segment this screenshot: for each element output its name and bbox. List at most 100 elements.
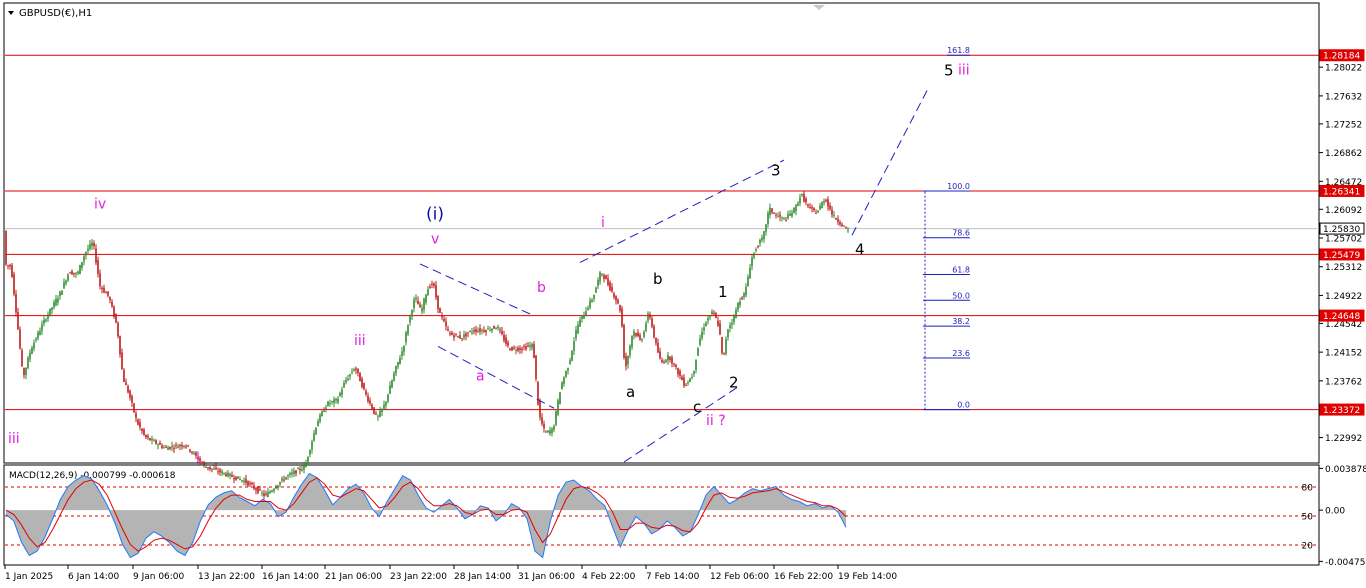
- candle-body: [757, 246, 759, 248]
- macd-level-label: 80: [1302, 484, 1314, 494]
- candle-body: [453, 335, 455, 338]
- candle-body: [659, 351, 661, 359]
- candle-body: [259, 489, 261, 491]
- price-tag-label: 1.28184: [1323, 52, 1360, 62]
- candle-body: [717, 320, 719, 326]
- candle-body: [235, 476, 237, 481]
- candle-body: [609, 282, 611, 291]
- candle-body: [777, 216, 779, 218]
- candle-body: [263, 493, 265, 497]
- candle-body: [363, 383, 365, 390]
- candle-body: [593, 294, 595, 299]
- candle-body: [281, 478, 283, 481]
- candle-body: [521, 348, 523, 351]
- candle-body: [669, 356, 671, 360]
- candle-body: [355, 368, 357, 370]
- candle-body: [517, 347, 519, 351]
- candle-body: [595, 287, 597, 293]
- candle-body: [641, 339, 643, 341]
- candle-body: [495, 328, 497, 330]
- candle-body: [379, 410, 381, 417]
- candle-body: [239, 479, 241, 481]
- time-tick-label: 13 Jan 22:00: [198, 572, 255, 582]
- candle-body: [423, 298, 425, 310]
- candle-body: [85, 251, 87, 256]
- candle-body: [665, 360, 667, 363]
- candle-body: [837, 219, 839, 223]
- candle-body: [289, 473, 291, 475]
- candle-body: [735, 309, 737, 319]
- candle-body: [537, 381, 539, 405]
- candle-body: [725, 339, 727, 354]
- candle-body: [751, 257, 753, 267]
- candle-body: [87, 248, 89, 251]
- candle-body: [233, 477, 235, 480]
- price-tick-label: 1.26862: [1325, 149, 1362, 159]
- time-tick-label: 9 Jan 06:00: [133, 572, 185, 582]
- candle-body: [353, 369, 355, 371]
- candle-body: [839, 222, 841, 225]
- candle-body: [101, 287, 103, 290]
- candle-body: [649, 314, 651, 318]
- candle-body: [553, 425, 555, 430]
- candle-body: [401, 351, 403, 356]
- candle-body: [613, 293, 615, 298]
- candle-body: [791, 212, 793, 217]
- macd-level-label: 50: [1302, 513, 1314, 523]
- candle-body: [65, 280, 67, 284]
- wave-label: 5: [944, 61, 954, 79]
- candle-body: [29, 352, 31, 360]
- candle-body: [847, 229, 849, 231]
- fib-level-label: 50.0: [952, 291, 970, 300]
- candle-body: [425, 294, 427, 303]
- candle-body: [799, 197, 801, 204]
- candle-body: [617, 299, 619, 304]
- time-tick-label: 6 Jan 14:00: [68, 572, 120, 582]
- candle-body: [773, 212, 775, 214]
- candle-body: [121, 352, 123, 370]
- candle-body: [467, 332, 469, 334]
- candle-body: [17, 311, 19, 330]
- candle-body: [39, 330, 41, 335]
- candle-body: [373, 407, 375, 414]
- time-tick-label: 4 Feb 22:00: [582, 572, 636, 582]
- candle-body: [481, 330, 483, 332]
- candle-body: [181, 444, 183, 447]
- candle-body: [47, 314, 49, 319]
- candle-body: [615, 296, 617, 301]
- wave-label: v: [431, 231, 439, 247]
- candle-body: [713, 313, 715, 315]
- candle-body: [585, 311, 587, 316]
- candle-body: [723, 352, 725, 354]
- candle-body: [19, 329, 21, 349]
- candle-body: [497, 326, 499, 329]
- candle-body: [283, 479, 285, 481]
- candle-body: [499, 329, 501, 331]
- candle-body: [443, 319, 445, 322]
- candle-body: [177, 446, 179, 449]
- macd-level-label: 20: [1302, 542, 1314, 552]
- candle-body: [229, 473, 231, 477]
- candle-body: [265, 493, 267, 495]
- price-chart[interactable]: GBPUSD(€),H1 161.8100.078.661.850.038.22…: [0, 0, 1366, 588]
- candle-body: [97, 260, 99, 274]
- candle-body: [295, 470, 297, 474]
- candle-body: [249, 483, 251, 485]
- candle-body: [601, 273, 603, 275]
- candle-body: [247, 480, 249, 486]
- candle-body: [151, 438, 153, 441]
- candle-body: [331, 401, 333, 403]
- candle-body: [711, 311, 713, 315]
- candle-body: [703, 327, 705, 331]
- candle-body: [161, 445, 163, 448]
- price-tag-label: 1.24648: [1323, 312, 1360, 322]
- candle-body: [581, 315, 583, 319]
- candle-body: [389, 385, 391, 394]
- candle-body: [149, 438, 151, 441]
- candle-body: [255, 488, 257, 491]
- candle-body: [535, 355, 537, 379]
- candle-body: [623, 325, 625, 358]
- candle-body: [337, 398, 339, 403]
- candle-body: [689, 378, 691, 383]
- candle-body: [441, 315, 443, 318]
